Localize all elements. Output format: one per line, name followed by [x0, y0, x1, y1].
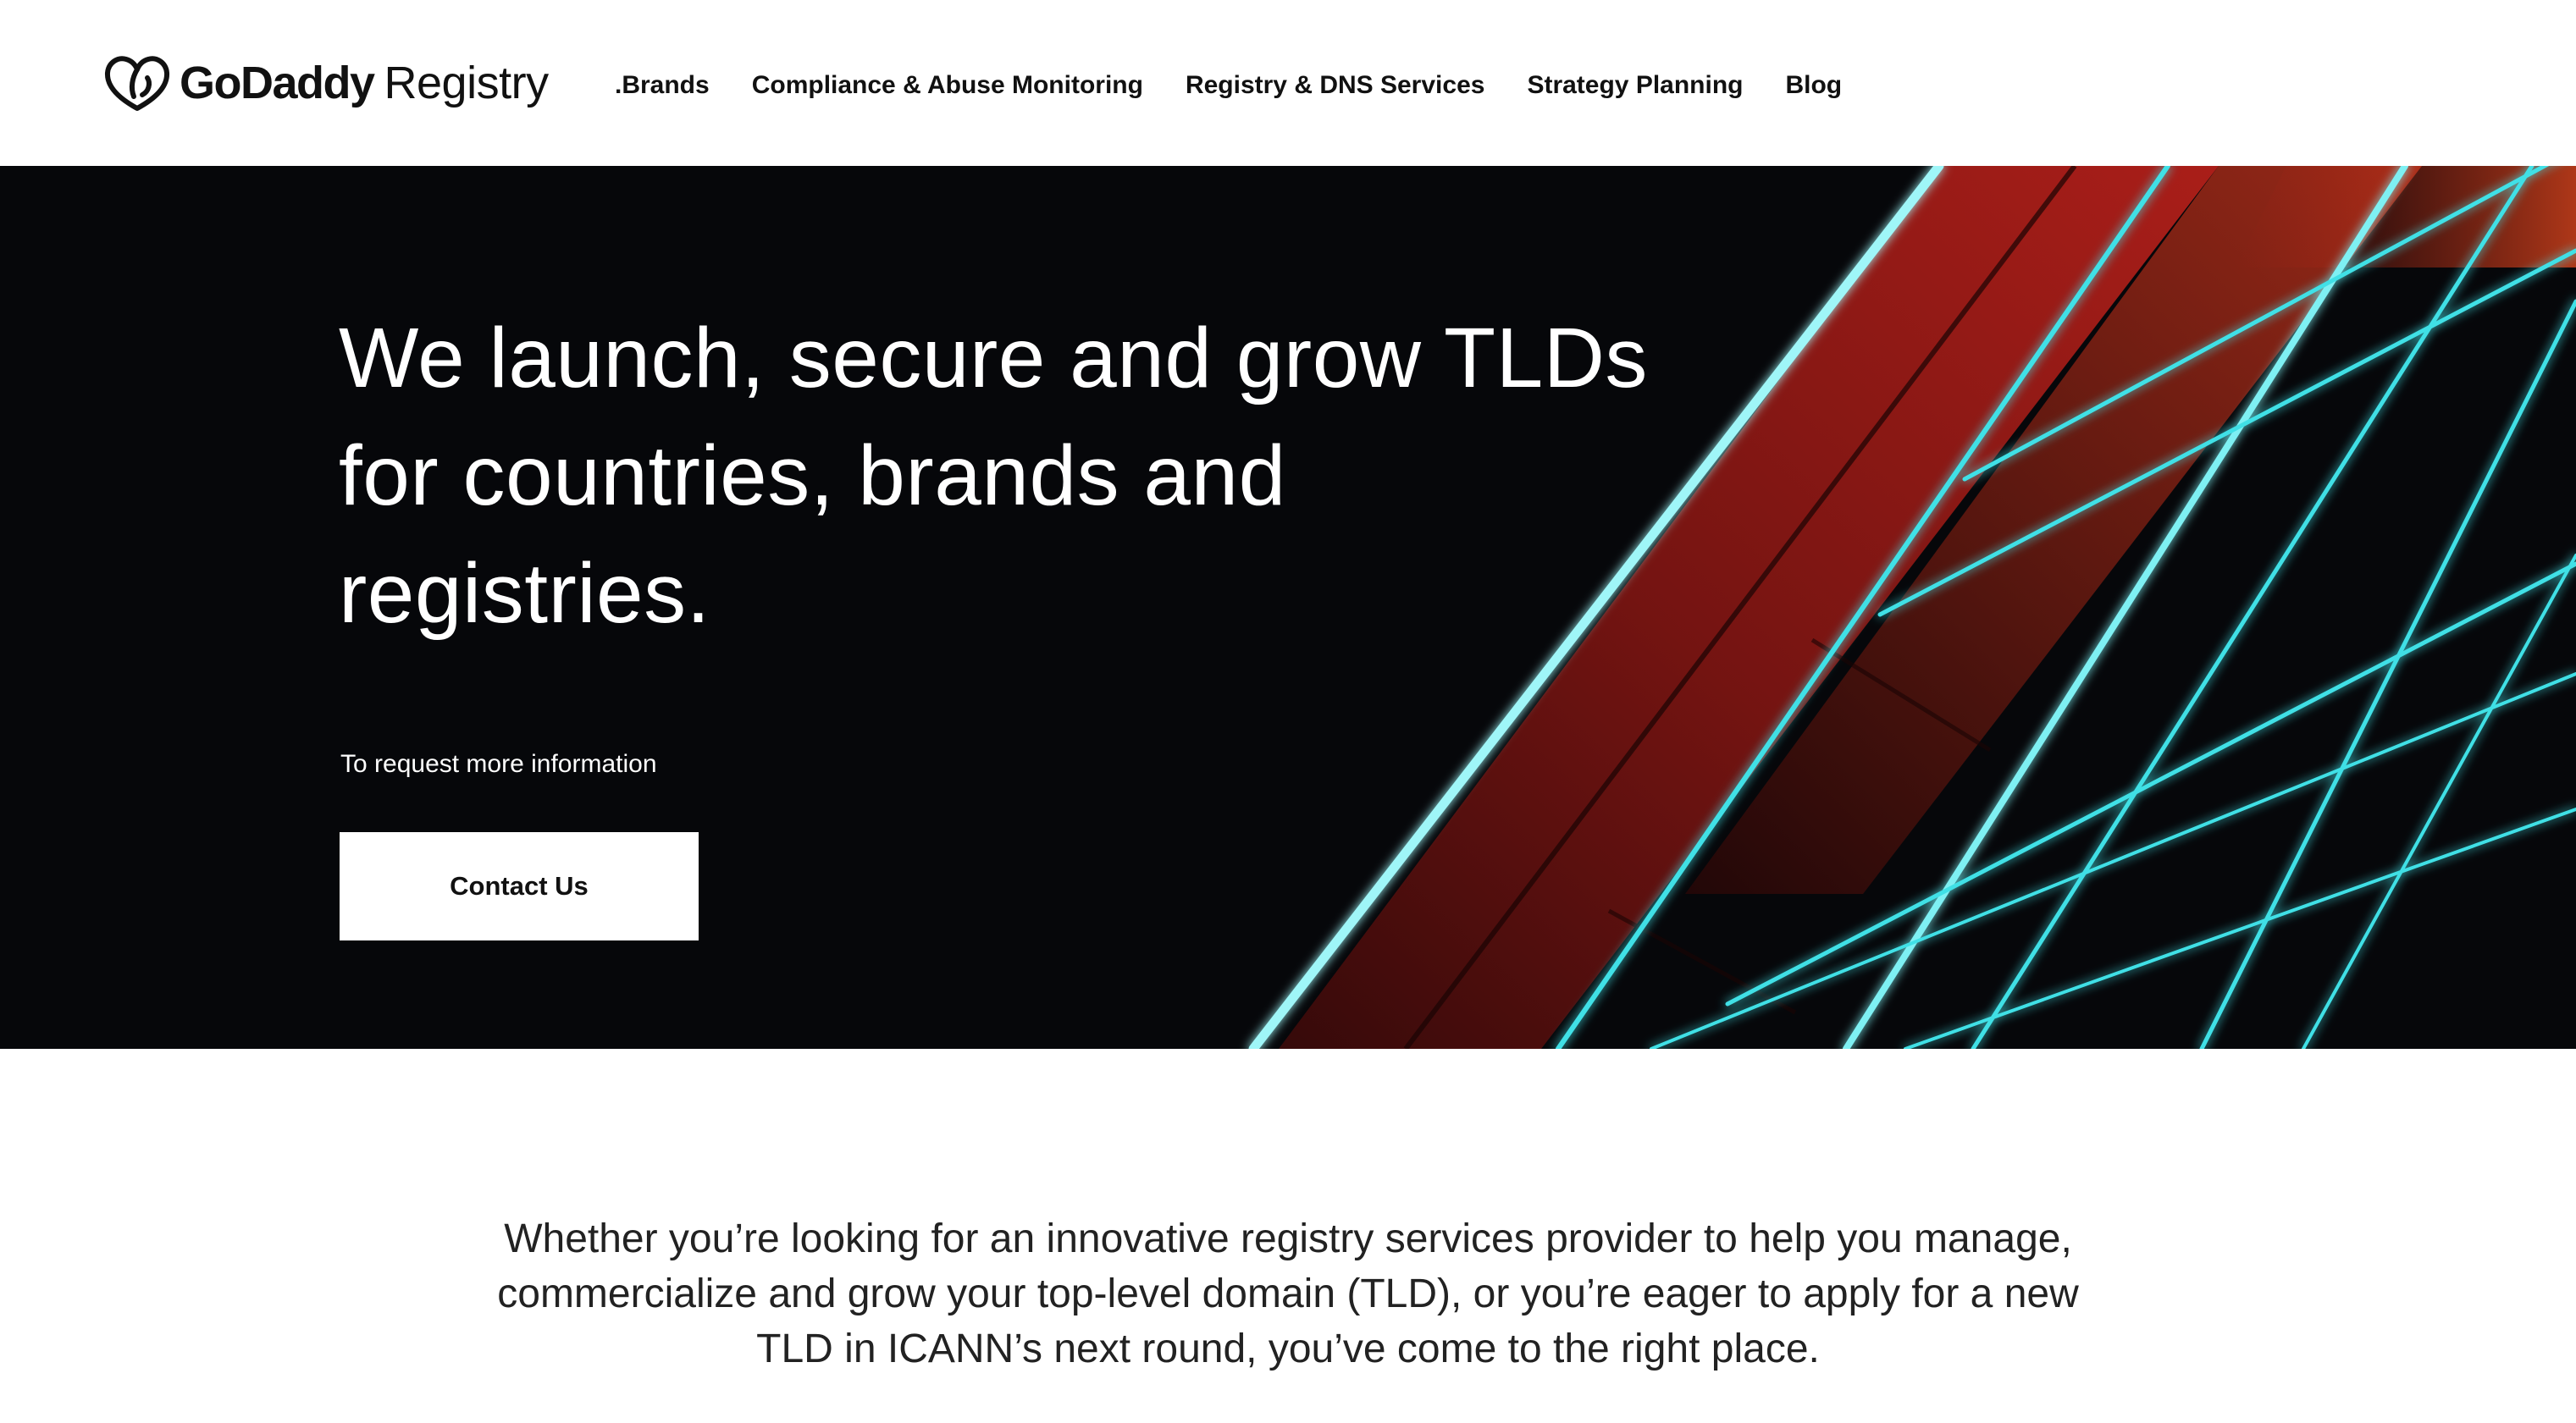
- nav-item-blog[interactable]: Blog: [1785, 71, 1842, 100]
- nav-item-registry-dns-services[interactable]: Registry & DNS Services: [1186, 71, 1485, 100]
- main-nav: .Brands Compliance & Abuse Monitoring Re…: [615, 64, 1884, 107]
- hero-section: We launch, secure and grow TLDs for coun…: [0, 166, 2576, 1049]
- godaddy-heart-logo-icon: [105, 56, 169, 111]
- intro-paragraph: Whether you’re looking for an innovative…: [497, 1216, 2079, 1371]
- nav-item-compliance-abuse-monitoring[interactable]: Compliance & Abuse Monitoring: [752, 71, 1143, 100]
- site-header: GoDaddy Registry .Brands Compliance & Ab…: [0, 0, 2576, 166]
- nav-item-strategy-planning[interactable]: Strategy Planning: [1527, 71, 1743, 100]
- contact-us-button[interactable]: Contact Us: [340, 832, 699, 940]
- logo-brand-text: GoDaddy: [180, 58, 375, 108]
- logo-suffix-text: Registry: [384, 58, 550, 108]
- hero-subtext: To request more information: [340, 750, 657, 778]
- intro-section: Whether you’re looking for an innovative…: [0, 1049, 2576, 1423]
- hero-title: We launch, secure and grow TLDs for coun…: [339, 311, 1648, 641]
- nav-item-brands[interactable]: .Brands: [615, 71, 710, 100]
- godaddy-registry-logo[interactable]: GoDaddy Registry: [103, 49, 549, 117]
